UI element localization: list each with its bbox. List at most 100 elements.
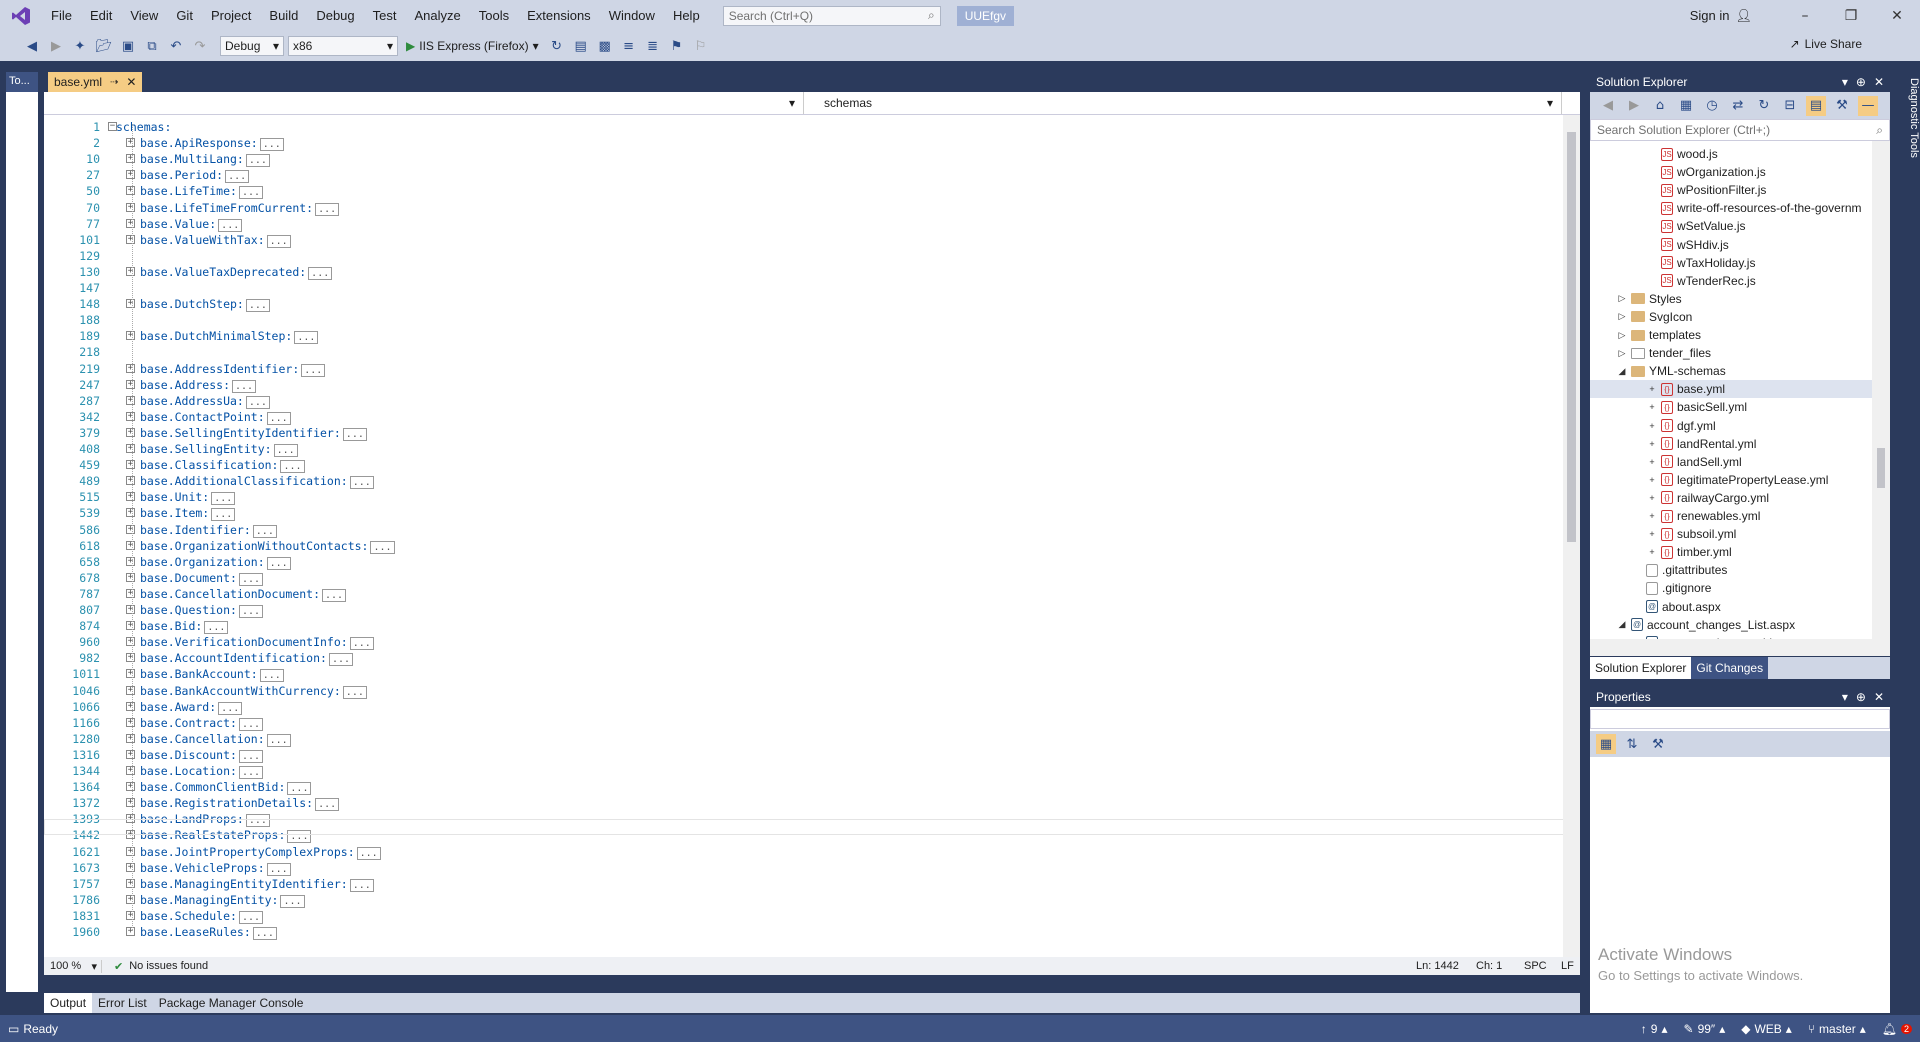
code-line[interactable]: 50 + base.LifeTime:... (44, 183, 1564, 200)
expand-icon[interactable]: + (126, 927, 135, 936)
expand-icon[interactable]: + (126, 234, 135, 244)
notifications-button[interactable]: 🔔︎ 2 (1874, 1022, 1920, 1036)
expand-icon[interactable]: + (126, 894, 135, 904)
redo-icon[interactable]: ↷ (190, 36, 210, 56)
expand-icon[interactable]: + (126, 605, 135, 614)
code-line[interactable]: 1316 + base.Discount:... (44, 747, 1564, 763)
menu-item-test[interactable]: Test (364, 0, 406, 31)
code-line[interactable]: 1673 + base.VehicleProps:... (44, 860, 1564, 876)
collapsed-region-marker[interactable]: ... (294, 331, 319, 345)
collapsed-region-marker[interactable]: ... (280, 894, 305, 908)
close-icon[interactable]: ✕ (126, 75, 136, 89)
tree-item[interactable]: + {} landRental.yml (1647, 435, 1756, 453)
tree-item[interactable]: JS wTenderRec.js (1647, 272, 1756, 290)
type-dropdown[interactable]: ▾ (44, 92, 804, 114)
collapsed-region-marker[interactable]: ... (266, 234, 291, 248)
tab-solution-explorer[interactable]: Solution Explorer (1590, 657, 1692, 679)
collapsed-region-marker[interactable]: ... (266, 556, 291, 570)
restore-button[interactable]: ❐ (1828, 0, 1874, 31)
sign-in-button[interactable]: Sign in 👤︎ (1690, 0, 1752, 31)
run-button[interactable]: ▶ IIS Express (Firefox) ▾ (402, 39, 543, 53)
chevron-down-icon[interactable]: ▾ (1842, 75, 1848, 89)
menu-item-extensions[interactable]: Extensions (518, 0, 600, 31)
collapsed-region-marker[interactable]: ... (211, 492, 236, 506)
tab-package-manager-console[interactable]: Package Manager Console (153, 993, 310, 1013)
collapsed-region-marker[interactable]: ... (245, 154, 270, 168)
open-icon[interactable]: 📂︎ (94, 36, 114, 56)
code-line[interactable]: 379 + base.SellingEntityIdentifier:... (44, 425, 1564, 441)
bookmark-icon[interactable]: ⚑ (667, 36, 687, 56)
back-icon[interactable]: ◀ (22, 36, 42, 56)
code-line[interactable]: 70 + base.LifeTimeFromCurrent:... (44, 200, 1564, 216)
tree-item[interactable]: ◢ @ account_changes_List.aspx (1617, 616, 1796, 634)
zoom-dropdown[interactable]: 100 % ▾ (44, 959, 102, 973)
code-line[interactable]: 1344 + base.Location:... (44, 763, 1564, 779)
collapsed-region-marker[interactable]: ... (315, 202, 340, 216)
collapsed-region-marker[interactable]: ... (349, 637, 374, 651)
expand-icon[interactable]: + (126, 427, 135, 437)
collapsed-region-marker[interactable]: ... (328, 653, 353, 667)
properties-object-selector[interactable] (1590, 709, 1890, 729)
tree-item[interactable]: JS wOrganization.js (1647, 163, 1766, 181)
menu-item-git[interactable]: Git (167, 0, 202, 31)
solution-tree-horizontal-scrollbar[interactable] (1590, 639, 1890, 656)
collapsed-region-marker[interactable]: ... (238, 186, 263, 200)
refresh-icon[interactable]: ↻ (547, 36, 567, 56)
document-tab[interactable]: base.yml ⇢ ✕ (48, 72, 142, 92)
expand-icon[interactable]: + (126, 379, 135, 389)
push-status[interactable]: ↑ 9 ▴ (1633, 1022, 1676, 1036)
collapsed-region-marker[interactable]: ... (356, 846, 381, 860)
code-line[interactable]: 1− schemas: (44, 119, 1564, 135)
pending-edits-status[interactable]: ✎ 99″ ▴ (1676, 1022, 1734, 1036)
diagnostic-tools-tab[interactable]: Diagnostic Tools (1892, 72, 1920, 1013)
close-icon[interactable]: ✕ (1874, 75, 1884, 89)
code-line[interactable]: 188 (44, 312, 1564, 328)
collapsed-region-marker[interactable]: ... (238, 717, 263, 731)
back-icon[interactable]: ◀ (1598, 96, 1618, 116)
collapse-arrow-icon[interactable]: ◢ (1617, 366, 1627, 377)
code-line[interactable]: 874 + base.Bid:... (44, 618, 1564, 635)
code-line[interactable]: 960 + base.VerificationDocumentInfo:... (44, 634, 1564, 651)
pin-icon[interactable]: ⇢ (110, 77, 118, 88)
collapsed-region-marker[interactable]: ... (252, 927, 277, 940)
expand-icon[interactable]: + (126, 862, 135, 872)
code-line[interactable]: 807 + base.Question:... (44, 602, 1564, 618)
solution-tree-vertical-scrollbar[interactable] (1872, 141, 1890, 639)
expand-arrow-icon[interactable]: ▷ (1617, 348, 1627, 359)
tree-item[interactable]: .gitattributes (1632, 561, 1727, 579)
code-line[interactable]: 101 + base.ValueWithTax:... (44, 232, 1564, 248)
code-line[interactable]: 342 + base.ContactPoint:... (44, 409, 1564, 425)
code-line[interactable]: 1280 + base.Cancellation:... (44, 731, 1564, 747)
collapsed-region-marker[interactable]: ... (349, 476, 374, 490)
code-line[interactable]: 1960 + base.LeaseRules:... (44, 924, 1564, 940)
expand-icon[interactable]: + (126, 508, 135, 518)
property-pages-icon[interactable]: ⚒ (1648, 734, 1668, 754)
expand-icon[interactable]: + (126, 749, 135, 759)
indent-icon[interactable]: ≡ (619, 36, 639, 56)
forward-icon[interactable]: ▶ (1624, 96, 1644, 116)
code-line[interactable]: 1786 + base.ManagingEntity:... (44, 892, 1564, 908)
pin-icon[interactable]: ⊕ (1856, 690, 1866, 704)
save-icon[interactable]: ▣ (118, 36, 138, 56)
pending-changes-icon[interactable]: ◷ (1702, 96, 1722, 116)
configuration-dropdown[interactable]: Debug ▾ (220, 36, 284, 56)
code-line[interactable]: 1364 + base.CommonClientBid:... (44, 779, 1564, 796)
collapsed-region-marker[interactable]: ... (259, 138, 284, 152)
code-line[interactable]: 515 + base.Unit:... (44, 489, 1564, 506)
expand-icon[interactable]: + (126, 782, 135, 792)
code-line[interactable]: 189 + base.DutchMinimalStep:... (44, 328, 1564, 345)
collapsed-region-marker[interactable]: ... (218, 701, 243, 715)
code-line[interactable]: 130 + base.ValueTaxDeprecated:... (44, 264, 1564, 280)
code-line[interactable]: 489 + base.AdditionalClassification:... (44, 473, 1564, 490)
tab-error-list[interactable]: Error List (92, 993, 153, 1013)
live-share-button[interactable]: ↗ Live Share (1790, 37, 1862, 51)
tree-item[interactable]: ▷ SvgIcon (1617, 308, 1693, 326)
collapsed-region-marker[interactable]: ... (238, 910, 263, 924)
expand-icon[interactable]: + (126, 411, 135, 421)
code-line[interactable]: 129 (44, 248, 1564, 264)
code-line[interactable]: 1831 + base.Schedule:... (44, 908, 1564, 924)
collapsed-region-marker[interactable]: ... (218, 218, 243, 232)
expand-icon[interactable]: + (126, 266, 135, 276)
expand-icon[interactable]: + (126, 492, 135, 502)
expand-icon[interactable]: + (126, 556, 135, 566)
